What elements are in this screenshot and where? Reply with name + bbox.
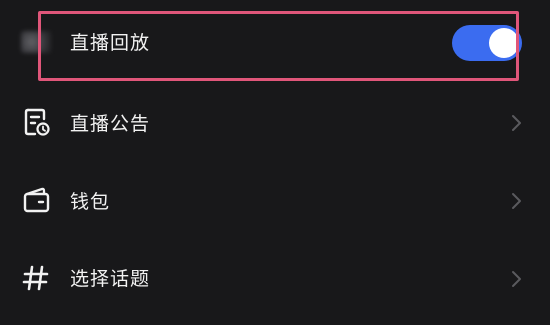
setting-label-live-notice: 直播公告 xyxy=(70,113,151,135)
chevron-right-icon xyxy=(512,271,521,287)
chevron-right-icon xyxy=(512,193,521,209)
settings-screen: 直播回放 直播公告 钱包 选择话题 xyxy=(0,0,550,325)
wallet-icon xyxy=(18,182,54,218)
setting-label-wallet: 钱包 xyxy=(70,191,111,213)
setting-row-live-replay[interactable]: 直播回放 xyxy=(0,0,550,88)
chevron-right-icon xyxy=(512,115,521,131)
setting-label-select-topic: 选择话题 xyxy=(70,268,151,290)
hashtag-icon xyxy=(18,260,54,296)
setting-row-live-notice[interactable]: 直播公告 xyxy=(0,84,550,162)
highlight-frame xyxy=(38,11,519,81)
notice-icon xyxy=(18,104,54,140)
setting-row-select-topic[interactable]: 选择话题 xyxy=(0,240,550,318)
setting-row-wallet[interactable]: 钱包 xyxy=(0,162,550,240)
